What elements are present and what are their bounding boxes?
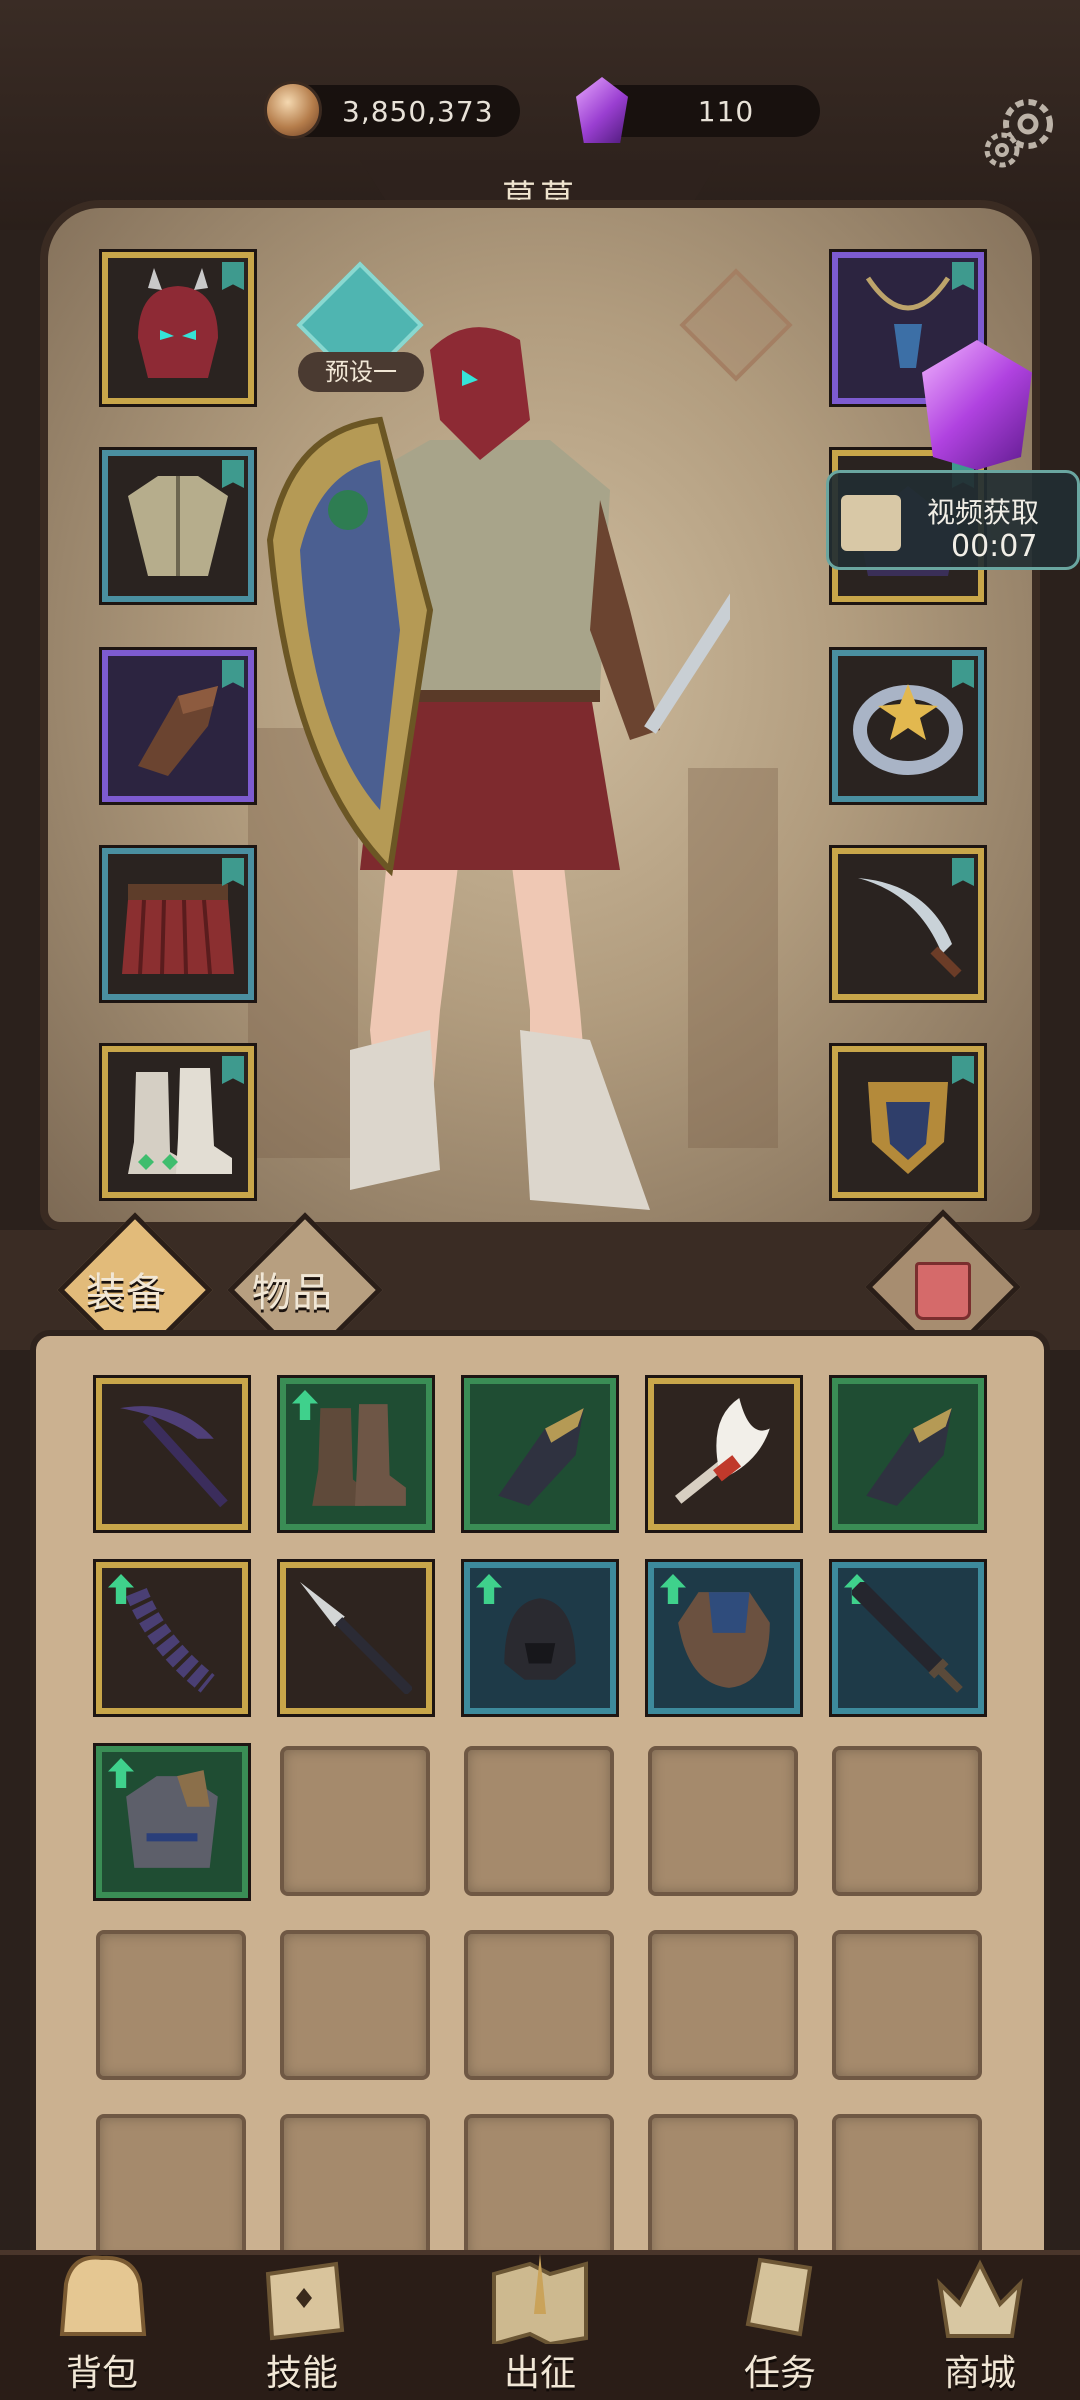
coin-counter: 3,850,373 bbox=[264, 81, 520, 139]
boots-icon bbox=[128, 1068, 232, 1174]
empty-inventory-slot[interactable] bbox=[464, 2114, 614, 2264]
ring-icon bbox=[853, 684, 963, 775]
character-figure bbox=[266, 327, 730, 1210]
helmet-icon bbox=[138, 268, 218, 378]
quest-scroll-icon bbox=[745, 2257, 813, 2337]
inventory-item-wolf-armor[interactable] bbox=[96, 1746, 248, 1898]
empty-inventory-slot[interactable] bbox=[280, 1746, 430, 1896]
tab-equipment[interactable]: 装备 bbox=[86, 1260, 166, 1318]
nav-expedition-label: 出征 bbox=[503, 2353, 576, 2394]
empty-inventory-slot[interactable] bbox=[648, 1746, 798, 1896]
inventory-item-boots[interactable] bbox=[280, 1378, 432, 1530]
inventory-item-torch[interactable] bbox=[648, 1378, 800, 1530]
empty-inventory-slot[interactable] bbox=[280, 2114, 430, 2264]
expedition-map-icon bbox=[492, 2254, 588, 2344]
empty-inventory-slot[interactable] bbox=[96, 1930, 246, 2080]
equip-slot-emblem[interactable] bbox=[832, 1046, 984, 1198]
empty-inventory-slot[interactable] bbox=[832, 1930, 982, 2080]
video-reward-label: 视频获取 bbox=[927, 496, 1040, 529]
nav-bag[interactable]: 背包 bbox=[22, 2254, 182, 2400]
video-reward-box[interactable]: 视频获取 00:07 bbox=[826, 470, 1080, 570]
nav-quests[interactable]: 任务 bbox=[700, 2254, 860, 2400]
shop-crown-icon bbox=[937, 2259, 1023, 2338]
gauntlet-icon bbox=[498, 1408, 584, 1506]
gauntlet-icon bbox=[866, 1408, 952, 1506]
boots-icon bbox=[312, 1404, 406, 1506]
inventory-item-greatsword[interactable] bbox=[832, 1562, 984, 1714]
nav-quests-label: 任务 bbox=[743, 2353, 816, 2394]
tab-items[interactable]: 物品 bbox=[252, 1260, 332, 1318]
video-reward-timer: 00:07 bbox=[951, 529, 1038, 564]
gear-icon[interactable] bbox=[980, 92, 1062, 174]
inventory-item-dark-helmet[interactable] bbox=[464, 1562, 616, 1714]
trash-icon bbox=[915, 1262, 971, 1320]
gem-counter: 110 bbox=[576, 77, 820, 143]
torch-icon bbox=[675, 1398, 770, 1504]
nav-shop-label: 商城 bbox=[943, 2353, 1016, 2394]
chest-armor-icon bbox=[128, 476, 228, 576]
video-ticket-icon bbox=[841, 495, 901, 551]
inventory-item-gauntlet[interactable] bbox=[832, 1378, 984, 1530]
dark-helmet-icon bbox=[504, 1598, 576, 1680]
skirt-icon bbox=[122, 884, 234, 975]
nav-shop[interactable]: 商城 bbox=[900, 2254, 1060, 2400]
gauntlets-icon bbox=[138, 686, 218, 776]
inventory-item-spear[interactable] bbox=[280, 1562, 432, 1714]
greatsword-icon bbox=[852, 1582, 963, 1693]
wolf-armor-icon bbox=[126, 1770, 218, 1868]
gem-amount: 110 bbox=[697, 95, 755, 128]
shield-cape-icon bbox=[678, 1592, 770, 1688]
coin-icon bbox=[264, 81, 322, 139]
inventory-item-scythe[interactable] bbox=[96, 1378, 248, 1530]
empty-inventory-slot[interactable] bbox=[280, 1930, 430, 2080]
empty-inventory-slot[interactable] bbox=[464, 1930, 614, 2080]
empty-inventory-slot[interactable] bbox=[648, 2114, 798, 2264]
empty-inventory-slot[interactable] bbox=[464, 1746, 614, 1896]
empty-inventory-slot[interactable] bbox=[832, 1746, 982, 1896]
empty-inventory-slot[interactable] bbox=[832, 2114, 982, 2264]
inventory-item-shield-cape[interactable] bbox=[648, 1562, 800, 1714]
scythe-icon bbox=[120, 1406, 228, 1508]
bag-icon bbox=[59, 2255, 147, 2336]
empty-inventory-slot[interactable] bbox=[648, 1930, 798, 2080]
scale-whip-icon bbox=[125, 1587, 215, 1693]
equip-slot-ring[interactable] bbox=[832, 650, 984, 802]
nav-bag-label: 背包 bbox=[65, 2353, 138, 2394]
video-reward-badge[interactable]: 视频获取 00:07 bbox=[826, 340, 1080, 570]
equip-slot-dagger[interactable] bbox=[832, 848, 984, 1000]
coin-amount: 3,850,373 bbox=[342, 95, 494, 128]
inventory-item-scale-whip[interactable] bbox=[96, 1562, 248, 1714]
dagger-icon bbox=[858, 878, 962, 978]
skill-book-icon bbox=[265, 2261, 345, 2341]
emblem-icon bbox=[868, 1082, 948, 1174]
nav-expedition[interactable]: 出征 bbox=[460, 2254, 620, 2400]
empty-inventory-slot[interactable] bbox=[96, 2114, 246, 2264]
spear-icon bbox=[300, 1582, 412, 1694]
nav-skills[interactable]: 技能 bbox=[222, 2254, 382, 2400]
inventory-item-gauntlet[interactable] bbox=[464, 1378, 616, 1530]
nav-skills-label: 技能 bbox=[265, 2353, 338, 2394]
